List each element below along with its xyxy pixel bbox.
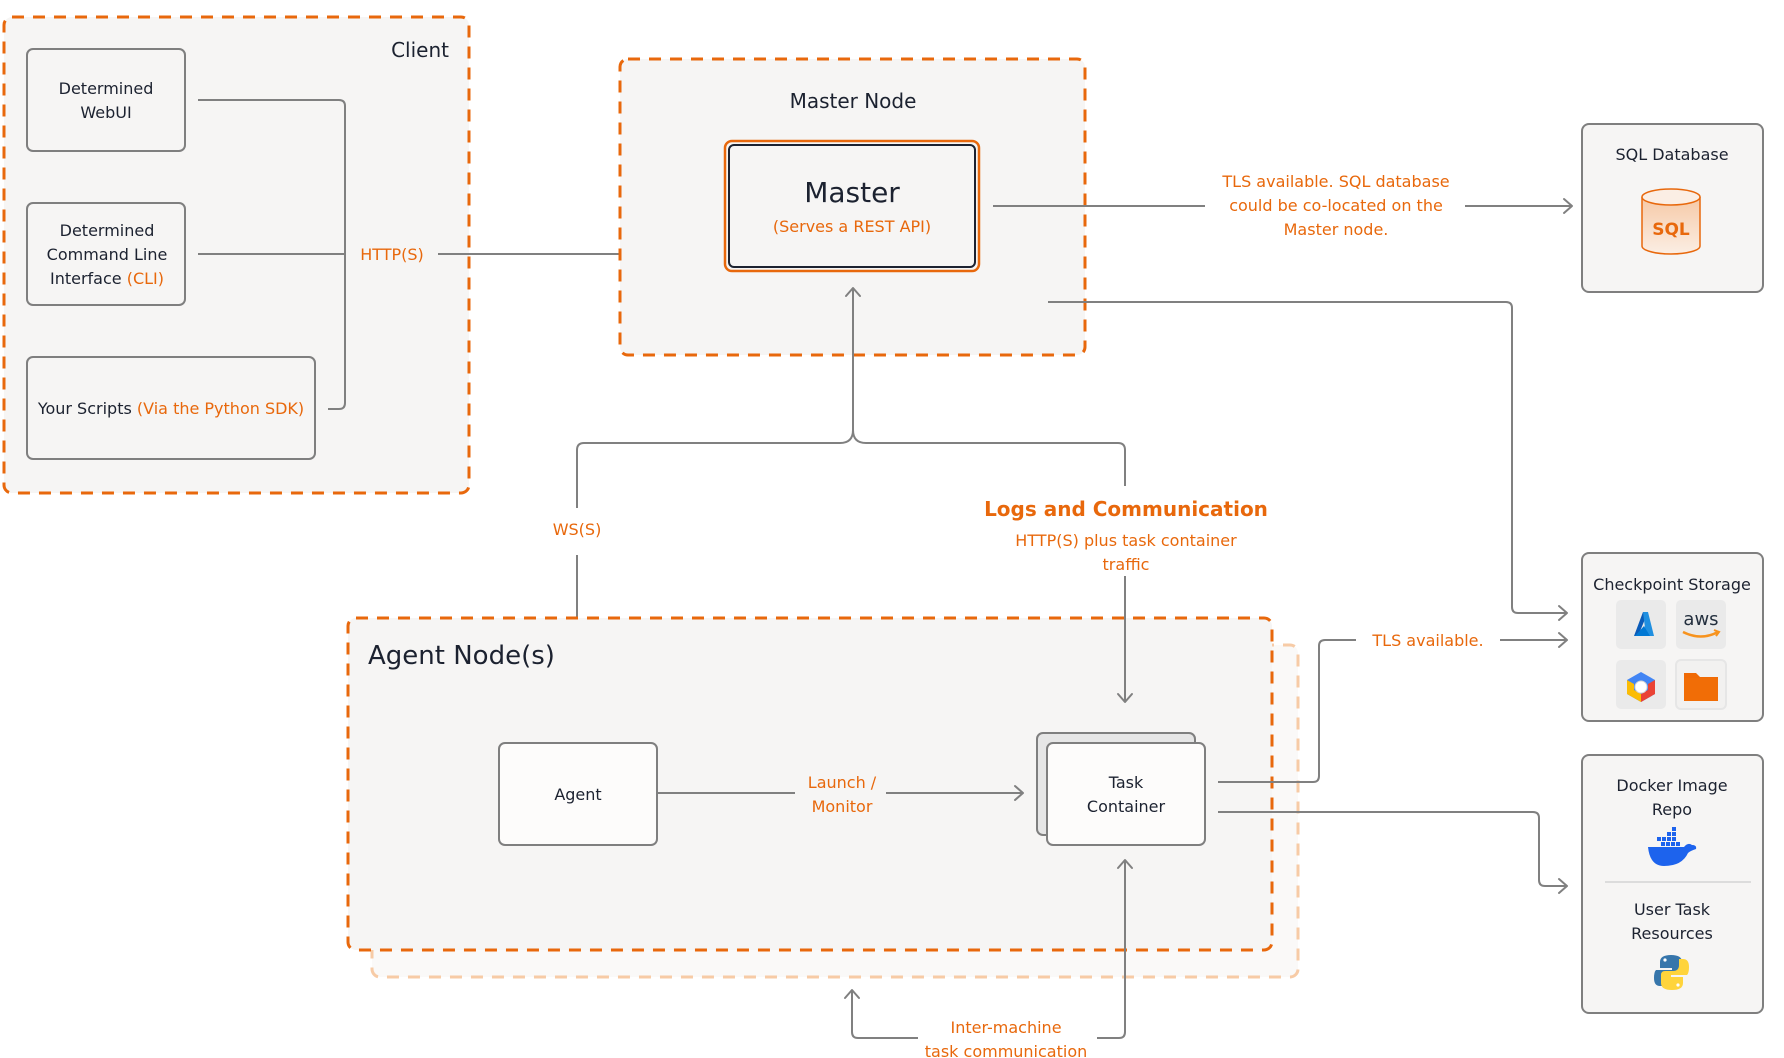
- logs-subtitle-line1: HTTP(S) plus task container: [1015, 531, 1237, 550]
- http-protocol-label: HTTP(S): [360, 245, 424, 264]
- checkpoint-link-label: TLS available.: [1371, 631, 1483, 650]
- aws-icon-text: aws: [1683, 609, 1718, 630]
- agent-node-title: Agent Node(s): [368, 641, 555, 671]
- folder-icon: [1675, 659, 1727, 710]
- task-container-label-line1: Task: [1108, 773, 1144, 792]
- sql-database-box[interactable]: SQL Database SQL: [1581, 123, 1764, 293]
- docker-repo-title-line2: Repo: [1652, 800, 1692, 819]
- docker-repo-box[interactable]: Docker Image Repo User Task Resources: [1581, 754, 1764, 1014]
- sql-link-label-line2: could be co-located on the: [1229, 196, 1443, 215]
- cli-label-line3: Interface (CLI): [50, 269, 164, 288]
- master-node-title: Master Node: [790, 89, 917, 113]
- webui-box-frame[interactable]: [26, 48, 186, 152]
- sql-link-label-line1: TLS available. SQL database: [1221, 172, 1449, 191]
- user-task-title-line1: User Task: [1634, 900, 1711, 919]
- user-task-title-line2: Resources: [1631, 924, 1713, 943]
- client-title: Client: [391, 38, 449, 62]
- inter-machine-right-stub: [1097, 1031, 1126, 1039]
- cli-label-prefix: Interface: [50, 269, 127, 288]
- webui-label-line2: WebUI: [80, 103, 131, 122]
- sql-link-label-line3: Master node.: [1284, 220, 1389, 239]
- sql-database-title: SQL Database: [1615, 145, 1728, 164]
- ws-label: WS(S): [553, 520, 602, 539]
- agent-node-zone: Agent Node(s) Agent Launch / Monitor Tas…: [346, 576, 1300, 979]
- checkpoint-storage-title: Checkpoint Storage: [1593, 575, 1751, 594]
- task-container-box[interactable]: Task Container: [1036, 732, 1206, 846]
- cli-box[interactable]: Determined Command Line Interface (CLI): [26, 202, 186, 306]
- agent-box[interactable]: Agent: [498, 742, 658, 846]
- master-subtitle: (Serves a REST API): [773, 217, 931, 236]
- inter-machine-label-line1: Inter-machine: [950, 1018, 1061, 1037]
- cli-label-accent: (CLI): [127, 269, 164, 288]
- cli-label-line2: Command Line: [47, 245, 168, 264]
- sql-link-label: TLS available. SQL database could be co-…: [1221, 172, 1449, 239]
- inter-machine-left-line: [851, 990, 918, 1039]
- client-zone: Client Determined WebUI Determined Comma…: [2, 15, 471, 495]
- webui-label-line1: Determined: [59, 79, 154, 98]
- checkpoint-storage-box[interactable]: Checkpoint Storage aws: [1581, 552, 1764, 722]
- scripts-label-prefix: Your Scripts: [37, 399, 137, 418]
- aws-icon: aws: [1676, 600, 1726, 649]
- master-title: Master: [804, 176, 900, 209]
- gcp-icon: [1616, 660, 1666, 709]
- launch-label-line1: Launch /: [808, 773, 877, 792]
- architecture-diagram: Client Determined WebUI Determined Comma…: [2, 15, 1764, 1058]
- sql-icon-label: SQL: [1652, 220, 1690, 240]
- scripts-label-accent: (Via the Python SDK): [137, 399, 304, 418]
- docker-repo-title-line1: Docker Image: [1616, 776, 1727, 795]
- master-to-task-line: [852, 429, 1126, 486]
- webui-box[interactable]: Determined WebUI: [26, 48, 186, 152]
- master-box[interactable]: Master (Serves a REST API): [723, 139, 981, 273]
- inter-machine-label-line2: task communication: [925, 1042, 1088, 1058]
- agent-label: Agent: [554, 785, 601, 804]
- task-container-label-line2: Container: [1087, 797, 1166, 816]
- logs-subtitle-line2: traffic: [1103, 555, 1150, 574]
- logs-label: Logs and Communication HTTP(S) plus task…: [984, 497, 1268, 574]
- logs-title: Logs and Communication: [984, 497, 1268, 521]
- scripts-label: Your Scripts (Via the Python SDK): [37, 399, 304, 418]
- launch-label-line2: Monitor: [812, 797, 873, 816]
- cli-label-line1: Determined: [60, 221, 155, 240]
- task-container-frame[interactable]: [1046, 742, 1206, 846]
- database-cylinder-icon: SQL: [1641, 188, 1701, 255]
- scripts-box[interactable]: Your Scripts (Via the Python SDK): [26, 356, 316, 460]
- azure-icon: [1616, 600, 1666, 649]
